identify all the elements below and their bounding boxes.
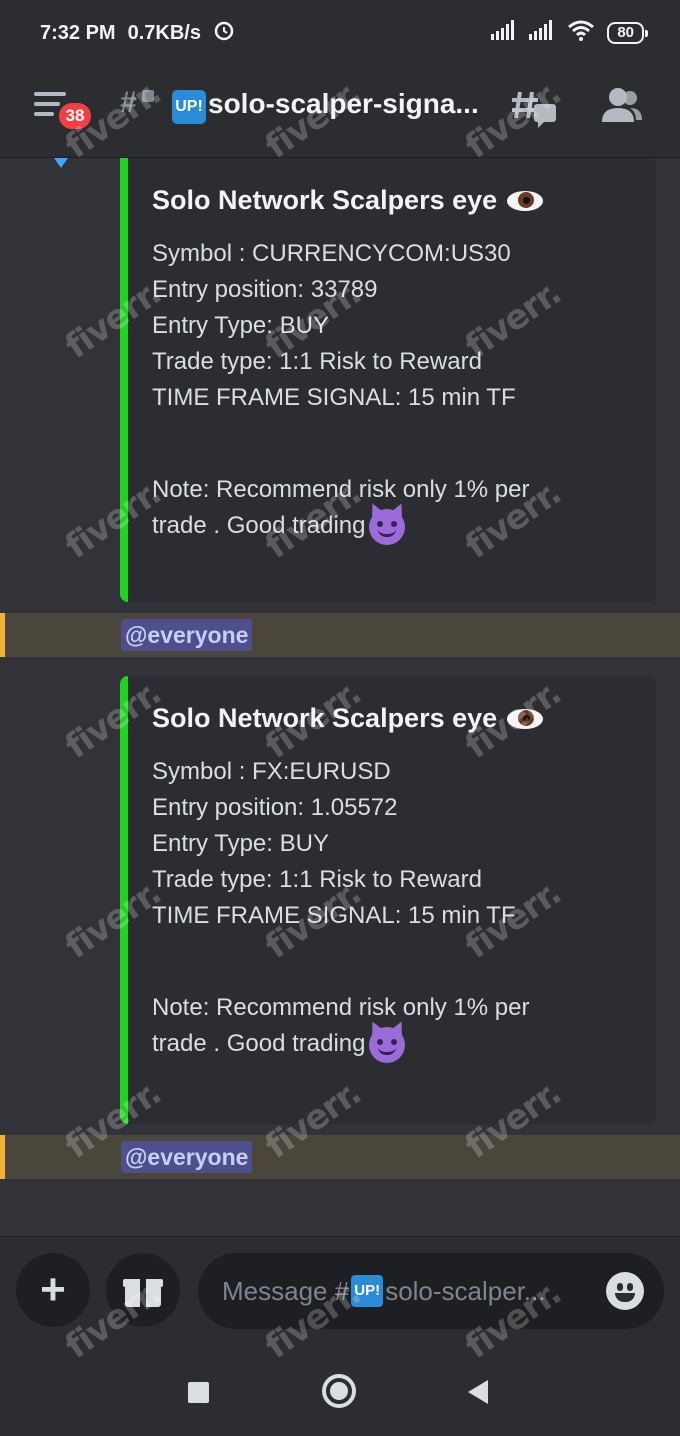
- threads-icon[interactable]: [512, 88, 558, 130]
- status-bar: 7:32 PM 0.7KB/s 80: [0, 0, 680, 66]
- add-attachment-button[interactable]: +: [16, 1253, 90, 1327]
- unread-badge: 38: [56, 100, 94, 132]
- embed-field: Entry Type: BUY: [152, 830, 329, 857]
- embed-field: TIME FRAME SIGNAL: 15 min TF: [152, 384, 516, 411]
- embed-field: Trade type: 1:1 Risk to Reward: [152, 866, 482, 893]
- wifi-icon: [567, 19, 595, 47]
- smiling-devil-emoji-icon: [369, 1026, 406, 1063]
- signal-embed: Solo Network Scalpers eye Symbol : FX:EU…: [120, 676, 656, 1124]
- gift-icon: [123, 1273, 163, 1307]
- smiling-devil-emoji-icon: [369, 508, 406, 545]
- alarm-icon: [213, 19, 235, 47]
- embed-note: Note: Recommend risk only 1% per trade .…: [152, 472, 636, 545]
- status-time: 7:32 PM: [40, 21, 116, 44]
- embed-field: Symbol : CURRENCYCOM:US30: [152, 240, 511, 267]
- signal-icon: [491, 20, 517, 46]
- members-icon[interactable]: [600, 86, 644, 126]
- recents-button[interactable]: [188, 1382, 209, 1403]
- embed-title: Solo Network Scalpers eye: [152, 690, 636, 746]
- lock-icon: [142, 90, 154, 102]
- emoji-picker-icon[interactable]: [606, 1272, 644, 1310]
- message-input[interactable]: Message # UP! solo-scalper...: [198, 1253, 664, 1329]
- gift-button[interactable]: [106, 1253, 180, 1327]
- eye-emoji-icon: [507, 189, 544, 211]
- back-button[interactable]: [468, 1380, 488, 1404]
- channel-title[interactable]: solo-scalper-signa...: [208, 88, 479, 120]
- new-message-marker: [54, 158, 68, 168]
- status-speed: 0.7KB/s: [127, 21, 201, 44]
- mention-message-row[interactable]: @everyone: [0, 613, 680, 657]
- embed-note: Note: Recommend risk only 1% per trade .…: [152, 990, 636, 1063]
- plus-icon: +: [40, 1265, 66, 1314]
- everyone-mention[interactable]: @everyone: [121, 1141, 253, 1173]
- message-composer: + Message # UP! solo-scalper...: [0, 1236, 680, 1346]
- embed-field: Symbol : FX:EURUSD: [152, 758, 391, 785]
- embed-field: Entry Type: BUY: [152, 312, 329, 339]
- embed-field: TIME FRAME SIGNAL: 15 min TF: [152, 902, 516, 929]
- signal-embed: Solo Network Scalpers eye Symbol : CURRE…: [120, 158, 656, 602]
- embed-field: Entry position: 1.05572: [152, 794, 398, 821]
- private-channel-icon: #: [120, 86, 137, 119]
- everyone-mention[interactable]: @everyone: [121, 619, 253, 651]
- mention-message-row[interactable]: @everyone: [0, 1135, 680, 1179]
- battery-indicator: 80: [607, 22, 648, 44]
- home-button[interactable]: [322, 1374, 356, 1408]
- up-tag-icon: UP!: [351, 1275, 384, 1307]
- up-tag-icon: UP!: [172, 90, 206, 124]
- embed-field: Trade type: 1:1 Risk to Reward: [152, 348, 482, 375]
- eye-emoji-icon: [507, 707, 544, 729]
- embed-field: Entry position: 33789: [152, 276, 378, 303]
- signal-icon: [529, 20, 555, 46]
- embed-title: Solo Network Scalpers eye: [152, 172, 636, 228]
